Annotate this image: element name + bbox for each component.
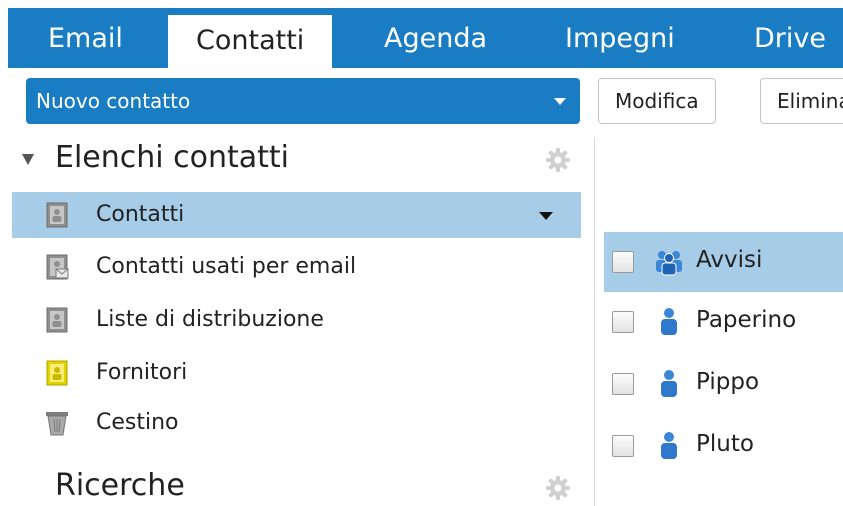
new-contact-button[interactable]: Nuovo contatto [26, 78, 580, 124]
address-books-header[interactable]: Elenchi contatti [0, 134, 590, 186]
contact-name: Pippo [696, 369, 760, 395]
gear-icon[interactable] [545, 147, 571, 173]
address-book-emailed-contacts[interactable]: Contatti usati per email [12, 244, 581, 290]
address-book-label: Contatti usati per email [96, 254, 357, 279]
tab-contacts[interactable]: Contatti [168, 15, 333, 68]
contact-name: Pluto [696, 431, 754, 457]
address-book-suppliers[interactable]: Fornitori [12, 350, 581, 396]
distribution-list-icon [46, 307, 68, 333]
contact-name: Paperino [696, 307, 797, 333]
address-book-contacts[interactable]: Contatti [12, 192, 581, 238]
tab-calendar[interactable]: Agenda [384, 8, 487, 68]
contact-row[interactable]: Pippo [604, 354, 843, 414]
contact-checkbox[interactable] [612, 435, 634, 457]
contact-person-icon [661, 370, 677, 397]
gear-icon[interactable] [545, 475, 571, 501]
delete-button[interactable]: Elimina [760, 78, 843, 124]
contact-person-icon [661, 308, 677, 335]
shared-address-book-icon [46, 360, 68, 386]
chevron-down-icon[interactable] [554, 98, 566, 105]
contact-group-icon [656, 251, 682, 276]
address-book-label: Cestino [96, 410, 179, 435]
address-book-label: Liste di distribuzione [96, 307, 324, 332]
address-book-icon [46, 202, 68, 228]
collapse-arrow-icon[interactable] [22, 154, 34, 165]
contact-person-icon [661, 432, 677, 459]
tab-drive[interactable]: Drive [754, 8, 826, 68]
contact-name: Avvisi [696, 247, 763, 273]
trash-icon [46, 412, 68, 436]
contact-row[interactable]: Paperino [604, 292, 843, 352]
searches-title: Ricerche [55, 468, 185, 503]
address-book-label: Fornitori [96, 360, 188, 385]
address-book-trash[interactable]: Cestino [12, 400, 581, 446]
emailed-contacts-icon [46, 254, 69, 280]
tab-email[interactable]: Email [48, 8, 123, 68]
new-contact-label: Nuovo contatto [36, 89, 191, 113]
contact-row[interactable]: Pluto [604, 416, 843, 476]
searches-header[interactable]: Ricerche [0, 462, 590, 506]
app-tab-bar: Email Contatti Agenda Impegni Drive [8, 8, 843, 68]
address-book-label: Contatti [96, 202, 185, 227]
contact-row[interactable]: Avvisi [604, 232, 843, 292]
pane-divider[interactable] [594, 138, 595, 506]
contact-checkbox[interactable] [612, 251, 634, 273]
contact-checkbox[interactable] [612, 311, 634, 333]
contact-checkbox[interactable] [612, 373, 634, 395]
address-book-distribution-lists[interactable]: Liste di distribuzione [12, 297, 581, 343]
address-books-title: Elenchi contatti [55, 140, 290, 175]
caret-down-icon[interactable] [539, 212, 553, 220]
edit-button[interactable]: Modifica [598, 78, 716, 124]
tab-tasks[interactable]: Impegni [565, 8, 675, 68]
sidebar: Elenchi contatti Contatti Contatti usati… [0, 134, 590, 506]
